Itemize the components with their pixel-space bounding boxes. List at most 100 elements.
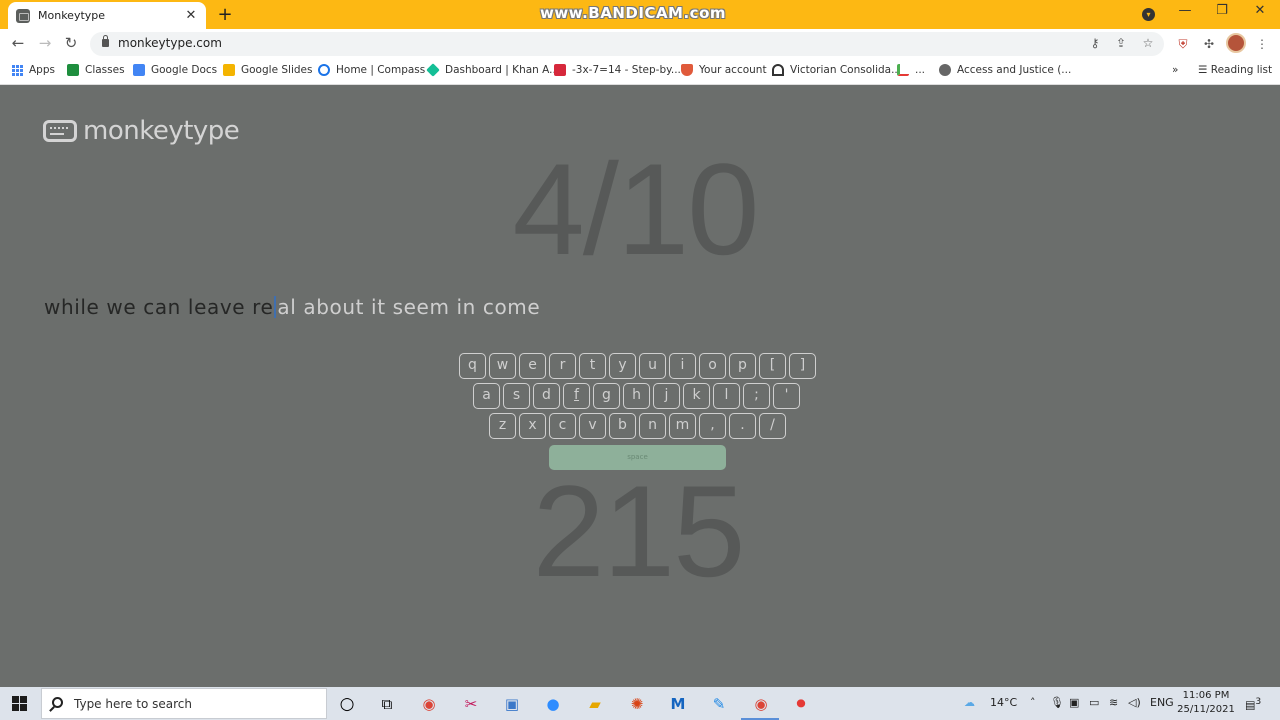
close-window-button[interactable]: ✕ [1250,3,1270,18]
keyboard-row-1: q w e r t y u i o p[] [459,353,819,379]
windows-start-icon[interactable] [12,696,27,711]
docs-icon [133,64,145,76]
tab-strip: Monkeytype ✕ + www.BANDICAM.com ▾ — ❐ ✕ [0,0,1280,29]
weather-cloud-icon: ☁ [964,696,975,709]
typed-words: while we can leave re [44,295,274,319]
typing-words[interactable]: while we can leave re al about it seem in… [44,295,540,319]
reload-icon[interactable]: ↻ [62,34,80,52]
symbolab-icon [554,64,566,76]
app-window-icon[interactable]: ▣ [501,693,523,715]
clock[interactable]: 11:06 PM 25/11/2021 [1176,689,1236,717]
key-s: s [503,383,530,409]
key-e: e [519,353,546,379]
khan-icon [426,63,440,77]
weather-temp[interactable]: 14°C [990,696,1017,709]
chrome-profile-icon[interactable]: ◉ [750,693,772,715]
live-wpm: 215 [532,458,746,604]
key-d: d [533,383,560,409]
notifications-icon[interactable]: ▤3 [1245,696,1261,712]
bookmark-victorian[interactable]: Victorian Consolida... [772,64,901,76]
menu-kebab-icon[interactable]: ⋮ [1253,35,1271,53]
key-rbracket: ] [789,353,816,379]
classroom-icon [67,64,79,76]
zoom-icon[interactable]: ● [542,693,564,715]
slides-icon [223,64,235,76]
forward-arrow-icon[interactable]: → [36,34,54,52]
language-indicator[interactable]: ENG [1150,696,1174,709]
key-q: q [459,353,486,379]
bookmark-khan[interactable]: Dashboard | Khan A... [426,63,559,77]
key-g: g [593,383,620,409]
keyboard-row-2: a s d f g h j k l; ' [473,383,803,409]
battery-icon[interactable]: ▭ [1089,696,1099,709]
microphone-icon[interactable]: 🎙 [1050,696,1064,709]
bookmark-list[interactable]: ... [897,64,925,76]
address-bar[interactable]: monkeytype.com ⚷ ⇪ ☆ [90,32,1164,56]
extensions-puzzle-icon[interactable]: ✣ [1200,35,1218,53]
bookmark-compass[interactable]: Home | Compass [318,64,425,76]
snipping-tool-icon[interactable]: ✂ [460,693,482,715]
bandicam-record-icon[interactable]: ⏺ [790,693,812,715]
tray-chevron-icon[interactable]: ˄ [1030,696,1036,709]
key-icon[interactable]: ⚷ [1087,36,1103,50]
key-semicolon: ; [743,383,770,409]
reading-list-button[interactable]: ☰ Reading list [1198,64,1272,76]
back-arrow-icon[interactable]: ← [9,34,27,52]
tray-app-icon[interactable]: ▣ [1069,696,1079,709]
bookmark-classes[interactable]: Classes [67,64,125,76]
tab-close-icon[interactable]: ✕ [184,8,198,23]
key-lbracket: [ [759,353,786,379]
notification-count: 3 [1255,696,1262,707]
key-a: a [473,383,500,409]
monkeytype-page: monkeytype 4/10 while we can leave re al … [0,86,1280,687]
key-x: x [519,413,546,439]
bookmark-access-justice[interactable]: Access and Justice (... [939,64,1071,76]
key-f: f [563,383,590,409]
app-swirl-icon[interactable]: ✺ [626,693,648,715]
tab-search-icon[interactable]: ▾ [1142,8,1155,21]
recorder-watermark: www.BANDICAM.com [540,4,727,22]
bookmark-google-docs[interactable]: Google Docs [133,64,217,76]
pen-app-icon[interactable]: ✎ [708,693,730,715]
new-tab-button[interactable]: + [216,4,234,25]
key-w: w [489,353,516,379]
volume-icon[interactable]: ◁) [1128,696,1141,709]
key-c: c [549,413,576,439]
task-view-icon[interactable]: ⧉ [376,693,398,715]
key-v: v [579,413,606,439]
key-h: h [623,383,650,409]
key-j: j [653,383,680,409]
clock-time: 11:06 PM [1182,690,1230,701]
key-y: y [609,353,636,379]
profile-avatar[interactable] [1226,33,1246,53]
key-slash: / [759,413,786,439]
list-icon [897,64,909,76]
file-explorer-icon[interactable]: ▰ [584,693,606,715]
share-icon[interactable]: ⇪ [1113,36,1129,50]
taskbar-search-box[interactable]: Type here to search [41,688,327,719]
key-quote: ' [773,383,800,409]
cortana-icon[interactable]: ○ [336,693,358,715]
word-progress-counter: 4/10 [512,136,759,282]
reading-list-icon: ☰ [1198,64,1211,76]
chrome-icon[interactable]: ◉ [418,693,440,715]
wifi-icon[interactable]: ≋ [1109,696,1118,709]
bookmark-google-slides[interactable]: Google Slides [223,64,312,76]
key-m: m [669,413,696,439]
minimize-button[interactable]: — [1175,3,1195,18]
bookmark-your-account[interactable]: Your account [681,64,767,76]
clock-date: 25/11/2021 [1177,704,1235,715]
maximize-button[interactable]: ❐ [1212,3,1232,18]
tab-monkeytype[interactable]: Monkeytype ✕ [8,2,206,29]
bookmark-symbolab[interactable]: -3x-7=14 - Step-by... [554,64,681,76]
bookmarks-bar: Apps Classes Google Docs Google Slides H… [0,59,1280,85]
bookmark-apps[interactable]: Apps [12,64,55,76]
key-period: . [729,413,756,439]
bookmark-star-icon[interactable]: ☆ [1140,36,1156,50]
bookmarks-overflow-button[interactable]: » [1172,64,1178,76]
key-n: n [639,413,666,439]
extension-shield-icon[interactable]: ⛨ [1174,35,1192,53]
malwarebytes-icon[interactable]: M [667,693,689,715]
key-o: o [699,353,726,379]
key-p: p [729,353,756,379]
